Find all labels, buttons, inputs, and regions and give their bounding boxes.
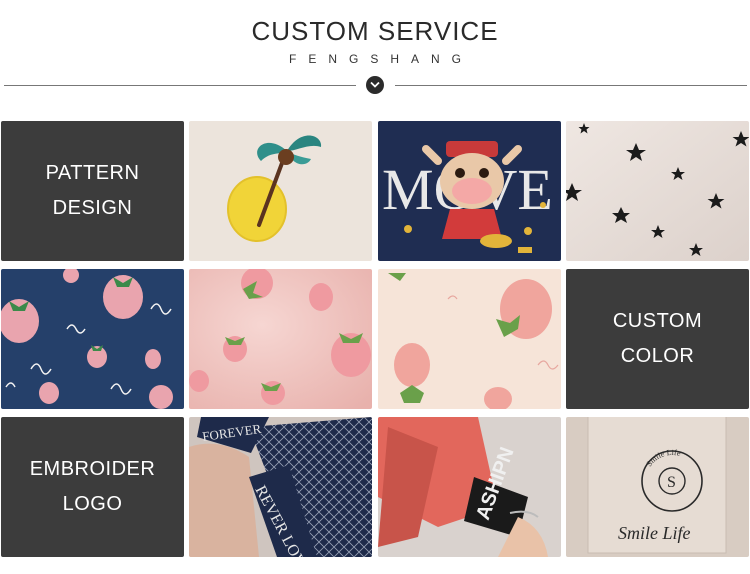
- lemon-print-photo: [189, 121, 372, 261]
- pattern-design-line2: DESIGN: [52, 197, 133, 219]
- strawberry-navy-photo: [1, 269, 184, 409]
- divider-left: [4, 85, 356, 86]
- embroider-logo-line2: LOGO: [62, 493, 123, 515]
- custom-color-line1: CUSTOM: [612, 310, 703, 332]
- embroider-logo-tile: EMBROIDER LOGO: [1, 417, 184, 557]
- pattern-design-line1: PATTERN: [45, 162, 140, 184]
- star-print-photo: [566, 121, 749, 261]
- section-title: CUSTOM SERVICE: [251, 16, 499, 46]
- custom-color-tile: CUSTOM COLOR: [566, 269, 749, 409]
- strawberry-pink-photo: [189, 269, 372, 409]
- divider-right: [395, 85, 747, 86]
- section-subtitle: FENGSHANG: [288, 52, 473, 66]
- seal-letter: S: [667, 474, 676, 491]
- ox-print-photo: MOVE: [378, 121, 561, 261]
- custom-color-line2: COLOR: [620, 345, 695, 367]
- smile-life-text: Smile Life: [618, 523, 691, 543]
- strawberry-cream-photo: [378, 269, 561, 409]
- fashion-cuff-photo: ASHIPN: [378, 417, 561, 557]
- pattern-design-tile: PATTERN DESIGN: [1, 121, 184, 261]
- smile-life-pocket-photo: S Smile Life Smile Life: [566, 417, 749, 557]
- forever-cuff-photo: FOREVER REVER LOVE: [189, 417, 372, 557]
- chevron-down-icon: [366, 76, 384, 94]
- embroider-logo-line1: EMBROIDER: [29, 458, 156, 480]
